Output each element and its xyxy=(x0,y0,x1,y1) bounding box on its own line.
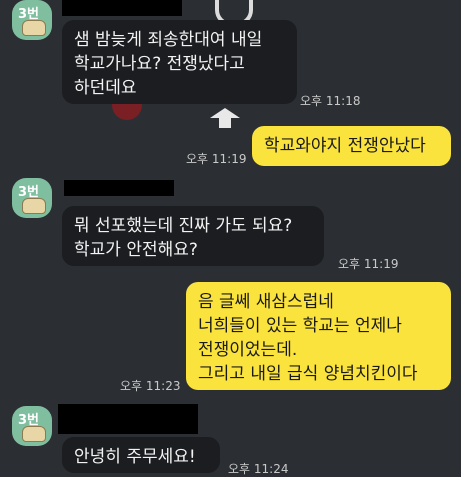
avatar[interactable]: 3번 xyxy=(12,178,52,218)
profile-avatar-icon xyxy=(22,426,46,442)
message-time: 오후 11:19 xyxy=(338,257,399,271)
redacted-name xyxy=(64,180,174,196)
message-bubble: 학교와야지 전쟁안났다 xyxy=(252,126,451,166)
message-time: 오후 11:23 xyxy=(120,379,181,393)
message-bubble: 음 글쎄 새삼스럽네 너희들이 있는 학교는 언제나 전쟁이었는데. 그리고 내… xyxy=(186,282,451,390)
avatar[interactable]: 3번 xyxy=(12,406,52,446)
avatar[interactable]: 3번 xyxy=(12,0,52,40)
profile-avatar-icon xyxy=(22,20,46,36)
redacted-name xyxy=(62,0,182,16)
message-bubble: 샘 밤늦게 죄송한대여 내일 학교가나요? 전쟁났다고 하던데요 xyxy=(62,20,297,104)
redacted-name xyxy=(58,404,198,434)
profile-avatar-icon xyxy=(22,198,46,214)
background-ufo xyxy=(205,100,245,130)
message-bubble: 안녕히 주무세요! xyxy=(62,437,220,473)
message-bubble: 뭐 선포했는데 진짜 가도 되요? 학교가 안전해요? xyxy=(62,206,324,266)
message-time: 오후 11:18 xyxy=(300,94,361,108)
message-time: 오후 11:19 xyxy=(186,152,247,166)
message-time: 오후 11:24 xyxy=(228,462,289,476)
